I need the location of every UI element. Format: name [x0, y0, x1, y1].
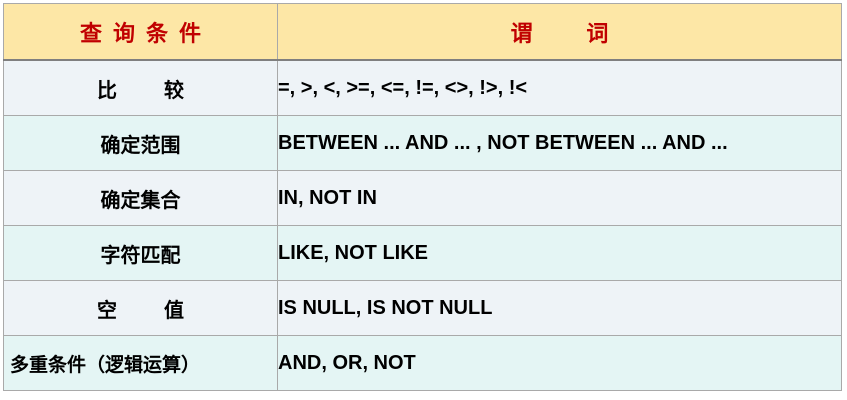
page: 查询条件 谓 词 比 较 =, >, <, >=, <=, !=, <>, !>…	[0, 0, 847, 400]
condition-cell: 比 较	[3, 59, 278, 116]
table-header: 查询条件 谓 词	[3, 3, 842, 61]
predicate-cell: LIKE, NOT LIKE	[277, 225, 842, 281]
table-body: 比 较 =, >, <, >=, <=, !=, <>, !>, !< 确定范围…	[3, 59, 842, 391]
query-predicate-table: 查询条件 谓 词 比 较 =, >, <, >=, <=, !=, <>, !>…	[3, 3, 842, 391]
table-row: 确定集合 IN, NOT IN	[3, 170, 842, 226]
predicate-cell: BETWEEN ... AND ... , NOT BETWEEN ... AN…	[277, 115, 842, 171]
condition-cell: 多重条件（逻辑运算）	[3, 335, 278, 391]
predicate-cell: =, >, <, >=, <=, !=, <>, !>, !<	[277, 59, 842, 116]
condition-cell: 确定集合	[3, 170, 278, 226]
condition-cell: 确定范围	[3, 115, 278, 171]
predicate-cell: AND, OR, NOT	[277, 335, 842, 391]
header-row: 查询条件 谓 词	[3, 3, 842, 61]
condition-cell: 空 值	[3, 280, 278, 336]
table-row: 比 较 =, >, <, >=, <=, !=, <>, !>, !<	[3, 59, 842, 116]
condition-cell: 字符匹配	[3, 225, 278, 281]
predicate-cell: IS NULL, IS NOT NULL	[277, 280, 842, 336]
header-condition: 查询条件	[3, 3, 278, 61]
table-row: 字符匹配 LIKE, NOT LIKE	[3, 225, 842, 281]
predicate-cell: IN, NOT IN	[277, 170, 842, 226]
table-row: 多重条件（逻辑运算） AND, OR, NOT	[3, 335, 842, 391]
table-row: 空 值 IS NULL, IS NOT NULL	[3, 280, 842, 336]
table-row: 确定范围 BETWEEN ... AND ... , NOT BETWEEN .…	[3, 115, 842, 171]
header-predicate: 谓 词	[277, 3, 842, 61]
